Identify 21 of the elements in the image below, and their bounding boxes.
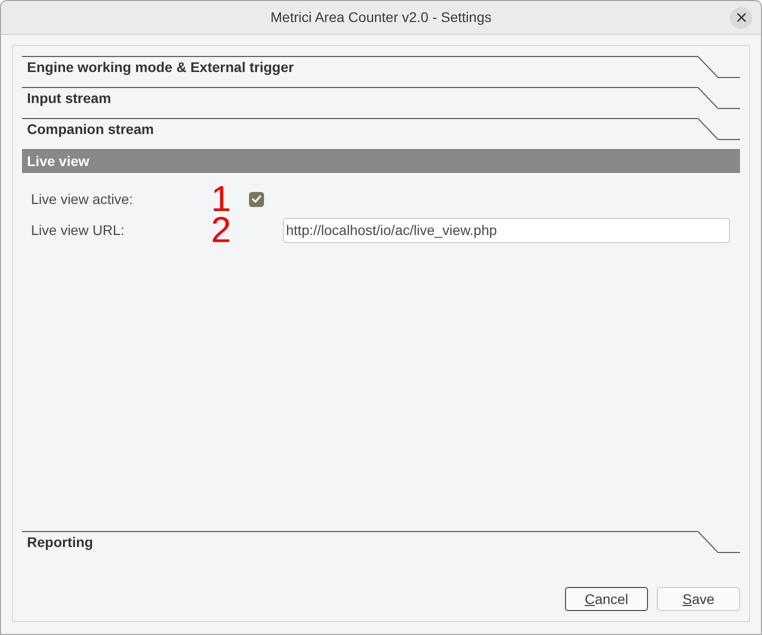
- section-header[interactable]: Reporting: [22, 531, 740, 562]
- close-icon: [736, 13, 746, 22]
- dialog-button[interactable]: Cancel: [565, 587, 648, 611]
- tab-notch-icon: [698, 56, 718, 78]
- tab-notch-icon: [698, 118, 718, 140]
- window-title: Metrici Area Counter v2.0 - Settings: [270, 8, 492, 27]
- annotation-number: 2: [211, 217, 232, 243]
- tab-notch-icon: [698, 87, 718, 109]
- section-header[interactable]: Live view: [22, 149, 740, 173]
- checkmark-icon: [252, 195, 261, 203]
- dialog-button[interactable]: Save: [657, 587, 740, 611]
- section-header[interactable]: Input stream: [22, 87, 740, 118]
- checkbox[interactable]: [249, 192, 264, 206]
- field-label: Live view URL:: [31, 220, 126, 240]
- tab-notch-icon: [698, 531, 718, 553]
- section-header[interactable]: Engine working mode & External trigger: [22, 56, 740, 87]
- url-field[interactable]: http://localhost/io/ac/live_view.php: [283, 218, 730, 242]
- section-header[interactable]: Companion stream: [22, 118, 740, 149]
- close-button[interactable]: [730, 6, 752, 28]
- annotation-number: 1: [211, 186, 232, 212]
- field-label: Live view active:: [31, 190, 134, 208]
